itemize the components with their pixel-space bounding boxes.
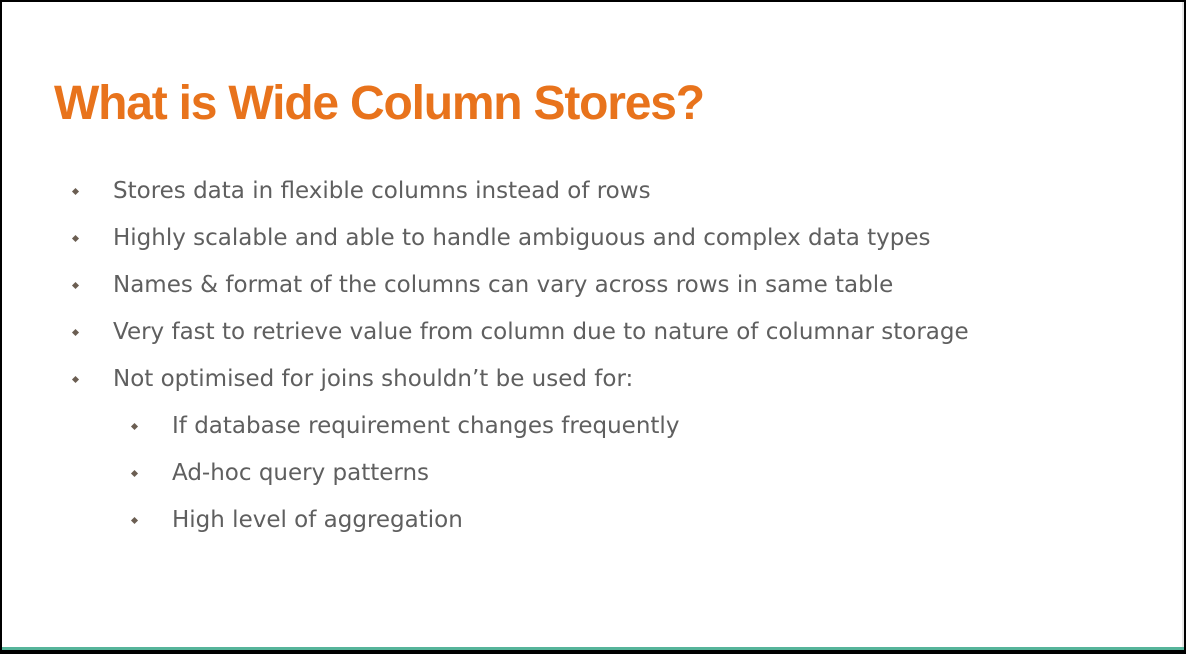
sub-bullet-text: If database requirement changes frequent… xyxy=(172,413,680,439)
diamond-bullet-icon xyxy=(71,187,80,196)
diamond-bullet-icon xyxy=(130,469,139,478)
bullet-text: Stores data in flexible columns instead … xyxy=(113,178,651,204)
diamond-bullet-icon xyxy=(71,375,80,384)
slide: What is Wide Column Stores? Stores data … xyxy=(2,2,1184,650)
diamond-bullet-icon xyxy=(71,281,80,290)
slide-title: What is Wide Column Stores? xyxy=(54,77,705,130)
slide-accent-bar xyxy=(2,647,1184,650)
bullet-text: Names & format of the columns can vary a… xyxy=(113,272,894,298)
bullet-text: Very fast to retrieve value from column … xyxy=(113,319,969,345)
diamond-bullet-icon xyxy=(130,516,139,525)
diamond-bullet-icon xyxy=(71,328,80,337)
diamond-bullet-icon xyxy=(130,422,139,431)
diamond-bullet-icon xyxy=(71,234,80,243)
bullet-text: Not optimised for joins shouldn’t be use… xyxy=(113,366,634,392)
sub-bullet-text: High level of aggregation xyxy=(172,507,463,533)
bullet-text: Highly scalable and able to handle ambig… xyxy=(113,225,931,251)
sub-bullet-text: Ad-hoc query patterns xyxy=(172,460,430,486)
slide-right-edge xyxy=(1182,2,1184,650)
